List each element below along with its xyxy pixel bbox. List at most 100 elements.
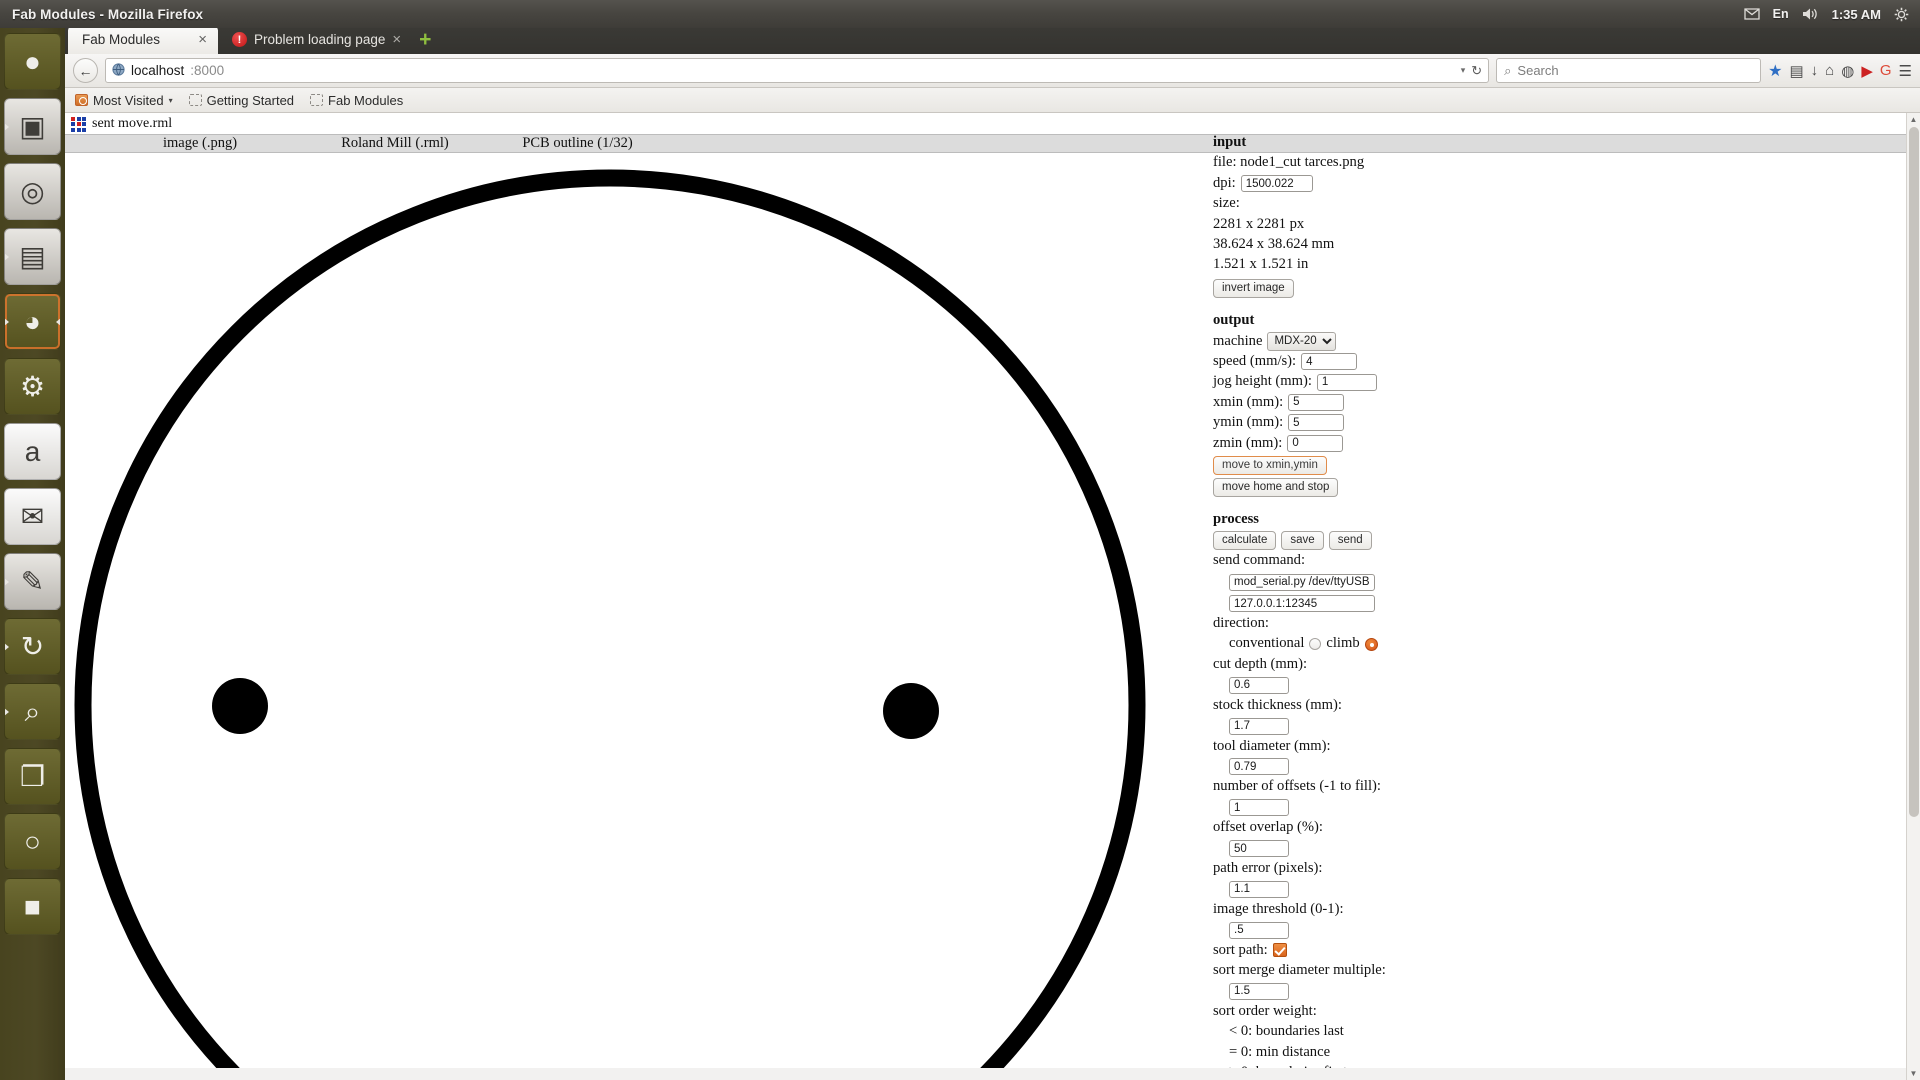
toolpath-preview[interactable]	[65, 157, 1165, 1068]
image-viewer-icon: ⌕	[24, 695, 41, 727]
chevron-down-icon[interactable]: ▾	[169, 96, 173, 105]
direction-conventional-label: conventional	[1229, 635, 1305, 652]
sort-path-checkbox[interactable]	[1272, 943, 1287, 958]
speed-input[interactable]	[1301, 353, 1358, 371]
ymin-input[interactable]	[1288, 414, 1345, 432]
send-address-input[interactable]	[1229, 595, 1375, 613]
save-button[interactable]: save	[1281, 530, 1324, 550]
direction-conventional-radio[interactable]	[1309, 638, 1322, 651]
zmin-row: zmin (mm):	[1213, 434, 1633, 453]
running-indicator	[5, 252, 9, 261]
stock-thickness-input[interactable]	[1229, 717, 1289, 735]
launcher-item-firefox[interactable]: ◕	[4, 293, 61, 350]
invert-image-button[interactable]: invert image	[1213, 279, 1294, 299]
number-of-offsets-input[interactable]	[1229, 799, 1289, 817]
launcher-item-software-updater[interactable]: ↻	[4, 618, 61, 675]
module-tab-0[interactable]: image (.png)	[95, 135, 305, 152]
scroll-up-arrow-icon[interactable]: ▲	[1907, 113, 1920, 126]
image-threshold-input[interactable]	[1229, 921, 1289, 939]
zmin-input[interactable]	[1287, 434, 1344, 452]
dpi-input[interactable]	[1240, 175, 1313, 193]
gear-icon[interactable]	[1894, 7, 1909, 22]
send-button[interactable]: send	[1328, 530, 1372, 550]
chevron-down-icon[interactable]: ▾	[1461, 65, 1466, 76]
search-bar[interactable]: ⌕ Search	[1496, 58, 1762, 83]
reload-icon[interactable]: ↻	[1471, 63, 1482, 79]
downloads-icon[interactable]: ↓	[1811, 62, 1819, 79]
window-title: Fab Modules - Mozilla Firefox	[12, 6, 204, 22]
direction-climb-radio[interactable]	[1364, 637, 1378, 651]
youtube-icon[interactable]: ▶	[1861, 62, 1873, 80]
launcher-item-files[interactable]: ▤	[4, 228, 61, 285]
calculate-button[interactable]: calculate	[1213, 530, 1277, 550]
bookmark-star-icon[interactable]: ★	[1768, 61, 1782, 81]
bookmark-item-2[interactable]: Fab Modules	[310, 93, 403, 108]
envelope-icon[interactable]	[1743, 8, 1760, 20]
send-command-input[interactable]	[1229, 573, 1375, 591]
launcher-item-text-editor[interactable]: ✎	[4, 553, 61, 610]
machine-select[interactable]: MDX-20	[1267, 331, 1337, 351]
bookmark-item-0[interactable]: Most Visited ▾	[75, 93, 173, 108]
reader-view-icon[interactable]: ▤	[1789, 62, 1803, 80]
xmin-input[interactable]	[1288, 393, 1345, 411]
size-in: 1.521 x 1.521 in	[1213, 256, 1309, 273]
tab-close-icon[interactable]: ×	[392, 32, 401, 47]
cut-depth-input[interactable]	[1229, 676, 1289, 694]
firefox-window: Fab Modules ×! Problem loading page × + ← lo…	[65, 21, 1920, 1080]
back-arrow-icon: ←	[78, 62, 93, 79]
running-indicator	[5, 577, 9, 586]
zmin-label: zmin (mm):	[1213, 434, 1283, 451]
clock[interactable]: 1:35 AM	[1832, 7, 1881, 22]
grid-icon	[71, 116, 86, 132]
move-home-and-stop-button[interactable]: move home and stop	[1213, 478, 1339, 498]
launcher-item-system-settings[interactable]: ⚙	[4, 358, 61, 415]
launcher-item-amazon[interactable]: a	[4, 423, 61, 480]
output-heading: output	[1213, 312, 1255, 329]
launcher-item-thunderbird-mail[interactable]: ✉	[4, 488, 61, 545]
scroll-down-arrow-icon[interactable]: ▼	[1907, 1067, 1920, 1080]
keyboard-layout-indicator[interactable]: En	[1773, 7, 1789, 21]
module-tab-1[interactable]: Roland Mill (.rml)	[305, 135, 485, 152]
browser-tab-0[interactable]: Fab Modules ×	[68, 25, 218, 54]
tool-diameter-input[interactable]	[1229, 758, 1289, 776]
new-tab-button[interactable]: +	[419, 29, 431, 50]
bookmark-item-1[interactable]: Getting Started	[188, 93, 294, 108]
move-to-xmin-ymin-button[interactable]: move to xmin,ymin	[1213, 456, 1327, 476]
launcher-item-image-viewer[interactable]: ⌕	[4, 683, 61, 740]
volume-icon[interactable]	[1802, 7, 1819, 21]
tab-close-icon[interactable]: ×	[198, 32, 207, 47]
back-button[interactable]: ←	[73, 58, 98, 83]
launcher-item-ubuntu-dash[interactable]: ●	[4, 33, 61, 90]
offset-overlap-input[interactable]	[1229, 840, 1289, 858]
running-indicator	[5, 317, 9, 326]
scrollbar-thumb[interactable]	[1909, 127, 1919, 817]
launcher-item-removable-media[interactable]: ■	[4, 878, 61, 935]
jog-height-input[interactable]	[1316, 373, 1377, 391]
text-editor-icon: ✎	[20, 565, 45, 597]
sort-path-row: sort path:	[1213, 941, 1633, 960]
running-indicator	[5, 642, 9, 651]
url-bar[interactable]: localhost :8000 ▾ ↻	[105, 58, 1490, 83]
speed-label: speed (mm/s):	[1213, 352, 1297, 369]
bookmarks-toolbar: Most Visited ▾ Getting Started Fab Modules	[65, 88, 1920, 113]
module-tab-2[interactable]: PCB outline (1/32)	[485, 135, 670, 152]
camera-icon: ◎	[20, 175, 45, 207]
launcher-item-disk-drive[interactable]: ○	[4, 813, 61, 870]
launcher-item-workspace-switcher[interactable]: ❐	[4, 748, 61, 805]
menu-hamburger-icon[interactable]: ☰	[1899, 62, 1912, 80]
chat-icon[interactable]: ◍	[1841, 62, 1854, 80]
home-icon[interactable]: ⌂	[1825, 62, 1834, 79]
sort-merge-input[interactable]	[1229, 982, 1289, 1000]
google-plus-icon[interactable]: G	[1880, 62, 1892, 79]
xmin-label: xmin (mm):	[1213, 393, 1284, 410]
preview-canvas	[65, 157, 1165, 1068]
stock-thickness-label: stock thickness (mm):	[1213, 696, 1342, 713]
vertical-scrollbar[interactable]: ▲ ▼	[1906, 113, 1920, 1080]
launcher-item-terminal[interactable]: ▣	[4, 98, 61, 155]
path-error-input[interactable]	[1229, 880, 1289, 898]
jog-height-row: jog height (mm):	[1213, 372, 1633, 391]
launcher-item-camera[interactable]: ◎	[4, 163, 61, 220]
bookmark-label: Fab Modules	[328, 92, 404, 108]
thunderbird-mail-icon: ✉	[20, 500, 45, 532]
browser-tab-1[interactable]: ! Problem loading page ×	[218, 25, 412, 54]
